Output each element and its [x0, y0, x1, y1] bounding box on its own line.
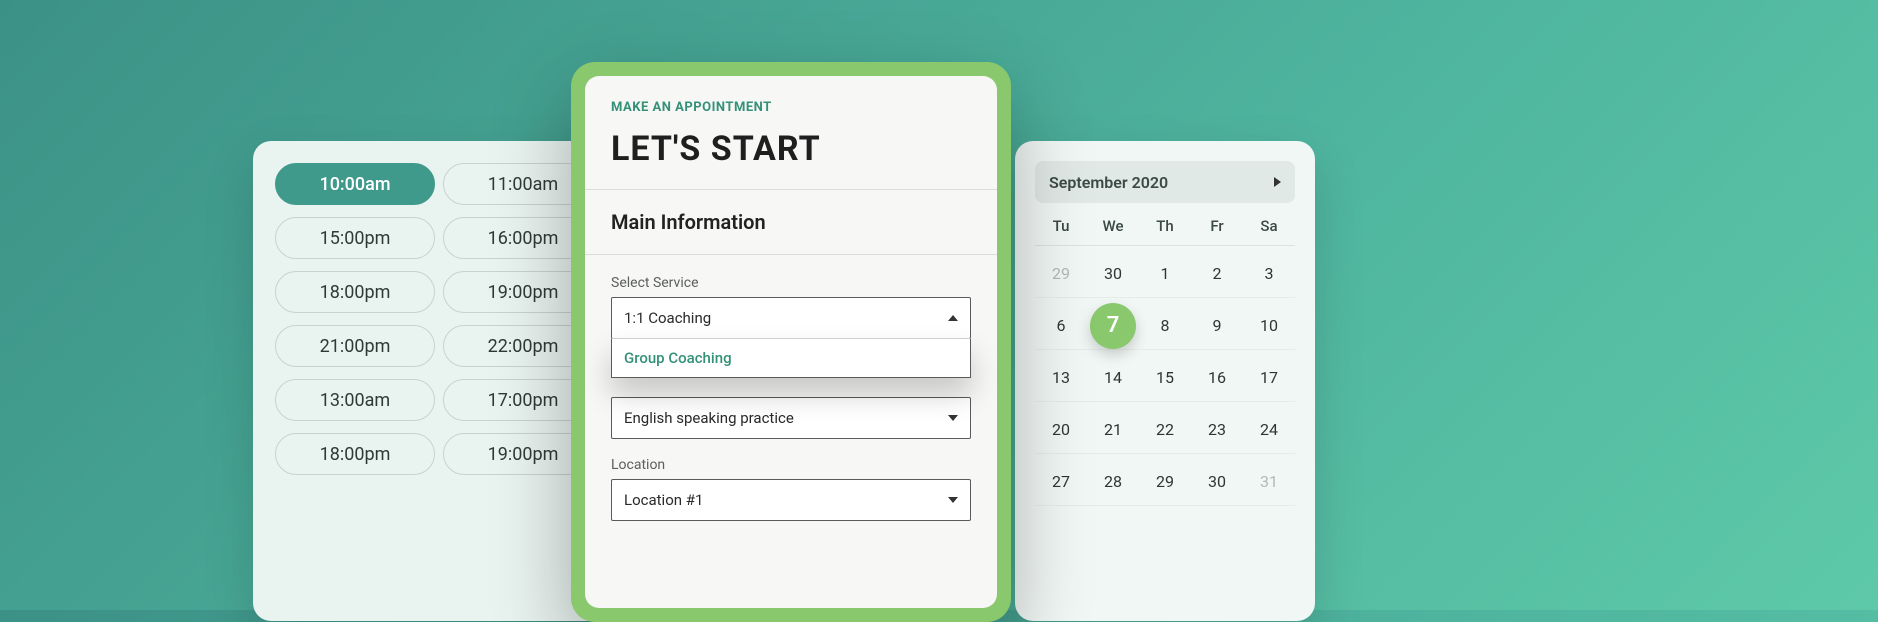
calendar-day[interactable]: 15: [1139, 354, 1191, 402]
calendar-day[interactable]: 21: [1087, 406, 1139, 454]
location-label: Location: [611, 457, 971, 473]
service-select-value: 1:1 Coaching: [624, 309, 711, 327]
time-slot[interactable]: 10:00am: [275, 163, 435, 205]
divider: [585, 189, 997, 190]
calendar-day[interactable]: 20: [1035, 406, 1087, 454]
calendar-day[interactable]: 16: [1191, 354, 1243, 402]
divider: [585, 254, 997, 255]
calendar-day[interactable]: 29: [1139, 458, 1191, 506]
service-select[interactable]: 1:1 Coaching Group Coaching: [611, 297, 971, 339]
appointment-headline: LET'S START: [611, 129, 971, 169]
calendar-day[interactable]: 31: [1243, 458, 1295, 506]
appointment-card: MAKE AN APPOINTMENT LET'S START Main Inf…: [571, 62, 1011, 622]
calendar-day[interactable]: 7: [1087, 302, 1139, 350]
calendar-card: September 2020 TuWeThFrSa293012367891013…: [1015, 141, 1315, 621]
calendar-dow: Tu: [1035, 217, 1087, 246]
time-slot[interactable]: 13:00am: [275, 379, 435, 421]
calendar-day[interactable]: 24: [1243, 406, 1295, 454]
calendar-day[interactable]: 9: [1191, 302, 1243, 350]
chevron-right-icon[interactable]: [1274, 177, 1281, 187]
calendar-day[interactable]: 30: [1191, 458, 1243, 506]
section-title: Main Information: [611, 210, 971, 234]
calendar-day[interactable]: 3: [1243, 250, 1295, 298]
calendar-day[interactable]: 22: [1139, 406, 1191, 454]
chevron-up-icon: [948, 315, 958, 321]
calendar-day[interactable]: 17: [1243, 354, 1295, 402]
calendar-day[interactable]: 2: [1191, 250, 1243, 298]
calendar-header: September 2020: [1035, 161, 1295, 203]
calendar-grid: TuWeThFrSa293012367891013141516172021222…: [1035, 217, 1295, 506]
calendar-day[interactable]: 29: [1035, 250, 1087, 298]
chevron-down-icon: [948, 497, 958, 503]
time-slot[interactable]: 21:00pm: [275, 325, 435, 367]
appointment-eyebrow: MAKE AN APPOINTMENT: [611, 100, 971, 115]
service-options-popup: Group Coaching: [611, 338, 971, 378]
calendar-day[interactable]: 8: [1139, 302, 1191, 350]
calendar-day[interactable]: 14: [1087, 354, 1139, 402]
calendar-dow: Sa: [1243, 217, 1295, 246]
chevron-down-icon: [948, 415, 958, 421]
calendar-day[interactable]: 27: [1035, 458, 1087, 506]
calendar-day[interactable]: 10: [1243, 302, 1295, 350]
time-slot[interactable]: 18:00pm: [275, 271, 435, 313]
calendar-day[interactable]: 23: [1191, 406, 1243, 454]
time-slot[interactable]: 18:00pm: [275, 433, 435, 475]
appointment-inner: MAKE AN APPOINTMENT LET'S START Main Inf…: [585, 76, 997, 608]
time-slot[interactable]: 15:00pm: [275, 217, 435, 259]
calendar-day[interactable]: 6: [1035, 302, 1087, 350]
service-label: Select Service: [611, 275, 971, 291]
subject-select-value: English speaking practice: [624, 409, 794, 427]
subject-select[interactable]: English speaking practice: [611, 397, 971, 439]
calendar-day[interactable]: 28: [1087, 458, 1139, 506]
calendar-day[interactable]: 30: [1087, 250, 1139, 298]
calendar-day[interactable]: 1: [1139, 250, 1191, 298]
location-select[interactable]: Location #1: [611, 479, 971, 521]
calendar-dow: Th: [1139, 217, 1191, 246]
calendar-dow: We: [1087, 217, 1139, 246]
calendar-dow: Fr: [1191, 217, 1243, 246]
service-option[interactable]: Group Coaching: [624, 349, 958, 367]
calendar-title: September 2020: [1049, 173, 1168, 192]
location-select-value: Location #1: [624, 491, 703, 509]
calendar-day[interactable]: 13: [1035, 354, 1087, 402]
